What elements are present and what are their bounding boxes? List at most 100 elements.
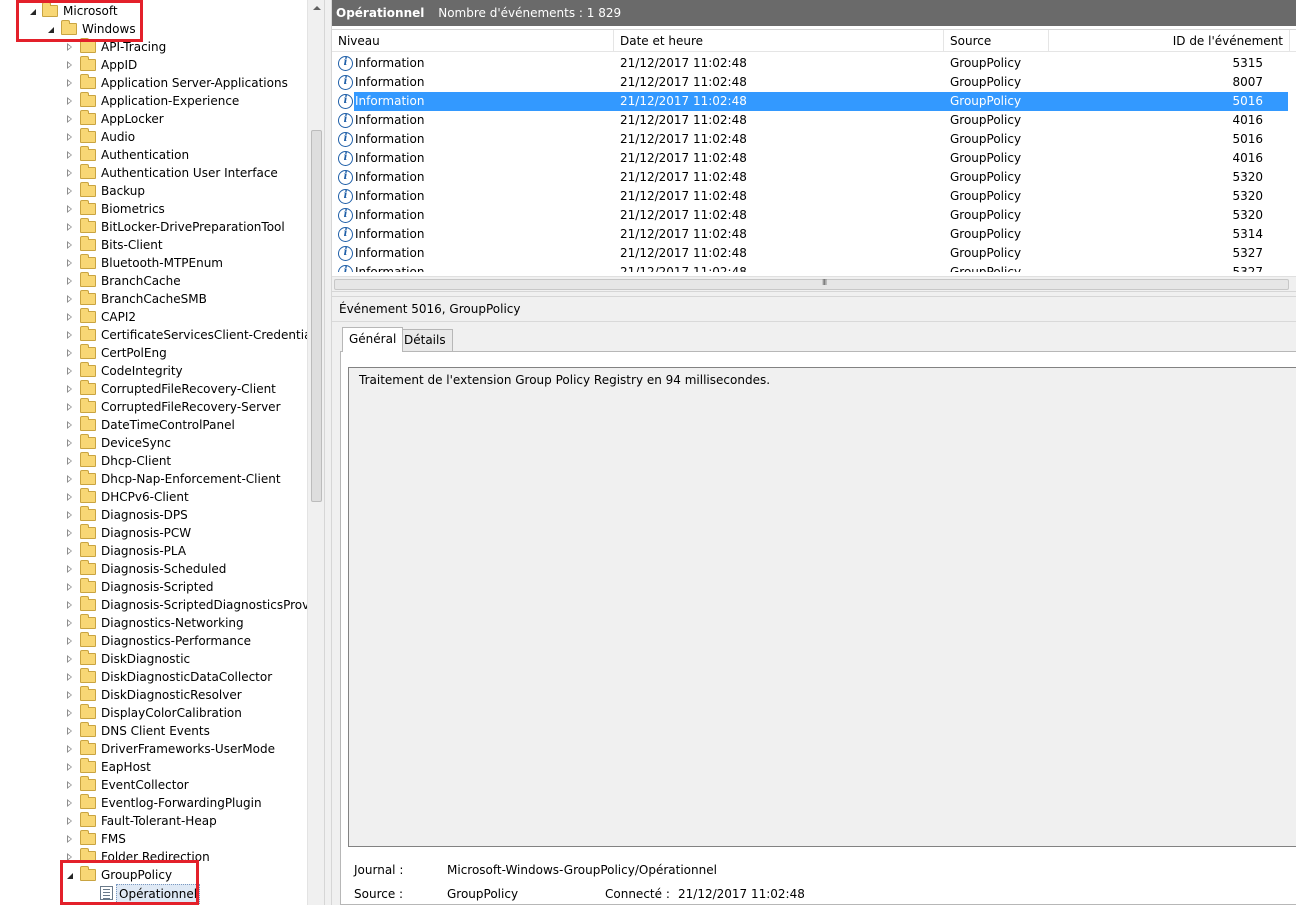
column-header-date[interactable]: Date et heure bbox=[614, 30, 944, 52]
expand-arrow-icon[interactable] bbox=[67, 781, 72, 789]
expand-arrow-icon[interactable] bbox=[67, 547, 72, 555]
navigation-tree[interactable]: Microsoft Windows API-Tracing AppID Applic… bbox=[0, 0, 324, 905]
expand-arrow-icon[interactable] bbox=[67, 493, 72, 501]
expand-arrow-icon[interactable] bbox=[67, 349, 72, 357]
cell-event-id: 5016 bbox=[1232, 94, 1263, 108]
expand-arrow-icon[interactable] bbox=[67, 403, 72, 411]
tree-node-label: Diagnosis-DPS bbox=[101, 508, 188, 522]
tree-node-label: BitLocker-DrivePreparationTool bbox=[101, 220, 285, 234]
expand-arrow-icon[interactable] bbox=[67, 259, 72, 267]
tree-vertical-scrollbar[interactable] bbox=[307, 0, 324, 905]
expand-arrow-icon[interactable] bbox=[67, 295, 72, 303]
event-row[interactable]: i Information 21/12/2017 11:02:48 GroupPoli… bbox=[332, 54, 1296, 73]
expand-arrow-icon[interactable] bbox=[67, 61, 72, 69]
expand-arrow-icon[interactable] bbox=[67, 655, 72, 663]
expand-arrow-icon[interactable] bbox=[67, 97, 72, 105]
cell-level: Information bbox=[355, 56, 425, 70]
expand-arrow-icon[interactable] bbox=[67, 691, 72, 699]
expand-arrow-icon[interactable] bbox=[67, 619, 72, 627]
expand-arrow-icon[interactable] bbox=[67, 529, 72, 537]
expand-arrow-icon[interactable] bbox=[67, 187, 72, 195]
expand-arrow-icon[interactable] bbox=[67, 457, 72, 465]
event-message-box[interactable]: Traitement de l'extension Group Policy R… bbox=[348, 367, 1296, 847]
events-grid[interactable]: Niveau Date et heure Source ID de l'évén… bbox=[332, 29, 1296, 291]
column-header-level[interactable]: Niveau bbox=[332, 30, 614, 52]
folder-icon bbox=[80, 578, 96, 593]
expand-arrow-icon[interactable] bbox=[67, 673, 72, 681]
expand-arrow-icon[interactable] bbox=[67, 115, 72, 123]
grid-horizontal-scrollbar[interactable]: III bbox=[332, 276, 1296, 291]
tree-node-label: AppLocker bbox=[101, 112, 164, 126]
tree-node-label: DiskDiagnosticDataCollector bbox=[101, 670, 273, 684]
folder-icon bbox=[80, 776, 96, 791]
cell-date: 21/12/2017 11:02:48 bbox=[620, 265, 747, 272]
event-row[interactable]: i Information 21/12/2017 11:02:48 GroupPoli… bbox=[332, 225, 1296, 244]
tab-details[interactable]: Détails bbox=[397, 329, 453, 351]
expand-arrow-icon[interactable] bbox=[67, 439, 72, 447]
expand-arrow-icon[interactable] bbox=[67, 475, 72, 483]
event-row[interactable]: i Information 21/12/2017 11:02:48 GroupPoli… bbox=[332, 130, 1296, 149]
expand-arrow-icon[interactable] bbox=[67, 799, 72, 807]
expand-arrow-icon[interactable] bbox=[67, 205, 72, 213]
scroll-grip-icon: III bbox=[822, 278, 827, 287]
information-icon: i bbox=[338, 56, 353, 71]
divider bbox=[332, 321, 1296, 322]
expand-arrow-icon[interactable] bbox=[67, 133, 72, 141]
folder-icon bbox=[80, 704, 96, 719]
folder-icon bbox=[80, 182, 96, 197]
event-row[interactable]: i Information 21/12/2017 11:02:48 GroupPoli… bbox=[332, 92, 1296, 111]
event-row[interactable]: i Information 21/12/2017 11:02:48 GroupPoli… bbox=[332, 149, 1296, 168]
event-detail-pane: Événement 5016, GroupPolicy Général Déta… bbox=[332, 297, 1296, 905]
event-row[interactable]: i Information 21/12/2017 11:02:48 GroupPoli… bbox=[332, 111, 1296, 130]
event-row[interactable]: i Information 21/12/2017 11:02:48 GroupPoli… bbox=[332, 263, 1296, 272]
expand-arrow-icon[interactable] bbox=[67, 583, 72, 591]
event-row[interactable]: i Information 21/12/2017 11:02:48 GroupPoli… bbox=[332, 168, 1296, 187]
event-row[interactable]: i Information 21/12/2017 11:02:48 GroupPoli… bbox=[332, 206, 1296, 225]
scroll-up-arrow-icon[interactable] bbox=[313, 6, 321, 10]
expand-arrow-icon[interactable] bbox=[67, 565, 72, 573]
expand-arrow-icon[interactable] bbox=[67, 79, 72, 87]
expand-arrow-icon[interactable] bbox=[67, 43, 72, 51]
expand-arrow-icon[interactable] bbox=[67, 727, 72, 735]
folder-icon bbox=[80, 128, 96, 143]
cell-event-id: 5320 bbox=[1232, 189, 1263, 203]
column-header-source[interactable]: Source bbox=[944, 30, 1049, 52]
cell-event-id: 5016 bbox=[1232, 132, 1263, 146]
column-header-event-id[interactable]: ID de l'événement bbox=[1049, 30, 1290, 52]
information-icon: i bbox=[338, 227, 353, 242]
expand-arrow-icon[interactable] bbox=[67, 313, 72, 321]
expand-arrow-icon[interactable] bbox=[67, 601, 72, 609]
vertical-splitter[interactable] bbox=[324, 0, 332, 905]
expand-arrow-icon[interactable] bbox=[67, 151, 72, 159]
cell-source: GroupPolicy bbox=[950, 189, 1022, 203]
folder-icon bbox=[80, 416, 96, 431]
expand-arrow-icon[interactable] bbox=[67, 709, 72, 717]
scroll-thumb[interactable] bbox=[311, 130, 322, 502]
folder-icon bbox=[80, 218, 96, 233]
expand-arrow-icon[interactable] bbox=[67, 169, 72, 177]
expand-arrow-icon[interactable] bbox=[67, 367, 72, 375]
tab-general[interactable]: Général bbox=[342, 327, 404, 352]
expand-arrow-icon[interactable] bbox=[67, 331, 72, 339]
expand-arrow-icon[interactable] bbox=[67, 745, 72, 753]
expand-arrow-icon[interactable] bbox=[67, 223, 72, 231]
expand-arrow-icon[interactable] bbox=[67, 385, 72, 393]
expand-arrow-icon[interactable] bbox=[67, 835, 72, 843]
highlight-box-grouppolicy bbox=[60, 860, 199, 905]
expand-arrow-icon[interactable] bbox=[67, 817, 72, 825]
event-row[interactable]: i Information 21/12/2017 11:02:48 GroupPoli… bbox=[332, 244, 1296, 263]
event-row[interactable]: i Information 21/12/2017 11:02:48 GroupPoli… bbox=[332, 187, 1296, 206]
cell-date: 21/12/2017 11:02:48 bbox=[620, 132, 747, 146]
expand-arrow-icon[interactable] bbox=[67, 241, 72, 249]
tree-node-label: Backup bbox=[101, 184, 145, 198]
expand-arrow-icon[interactable] bbox=[67, 637, 72, 645]
event-row[interactable]: i Information 21/12/2017 11:02:48 GroupPoli… bbox=[332, 73, 1296, 92]
expand-arrow-icon[interactable] bbox=[67, 763, 72, 771]
information-icon: i bbox=[338, 75, 353, 90]
expand-arrow-icon[interactable] bbox=[67, 421, 72, 429]
scroll-thumb[interactable] bbox=[334, 279, 1289, 290]
expand-arrow-icon[interactable] bbox=[67, 511, 72, 519]
connected-value: 21/12/2017 11:02:48 bbox=[678, 887, 805, 901]
folder-icon bbox=[80, 146, 96, 161]
expand-arrow-icon[interactable] bbox=[67, 277, 72, 285]
